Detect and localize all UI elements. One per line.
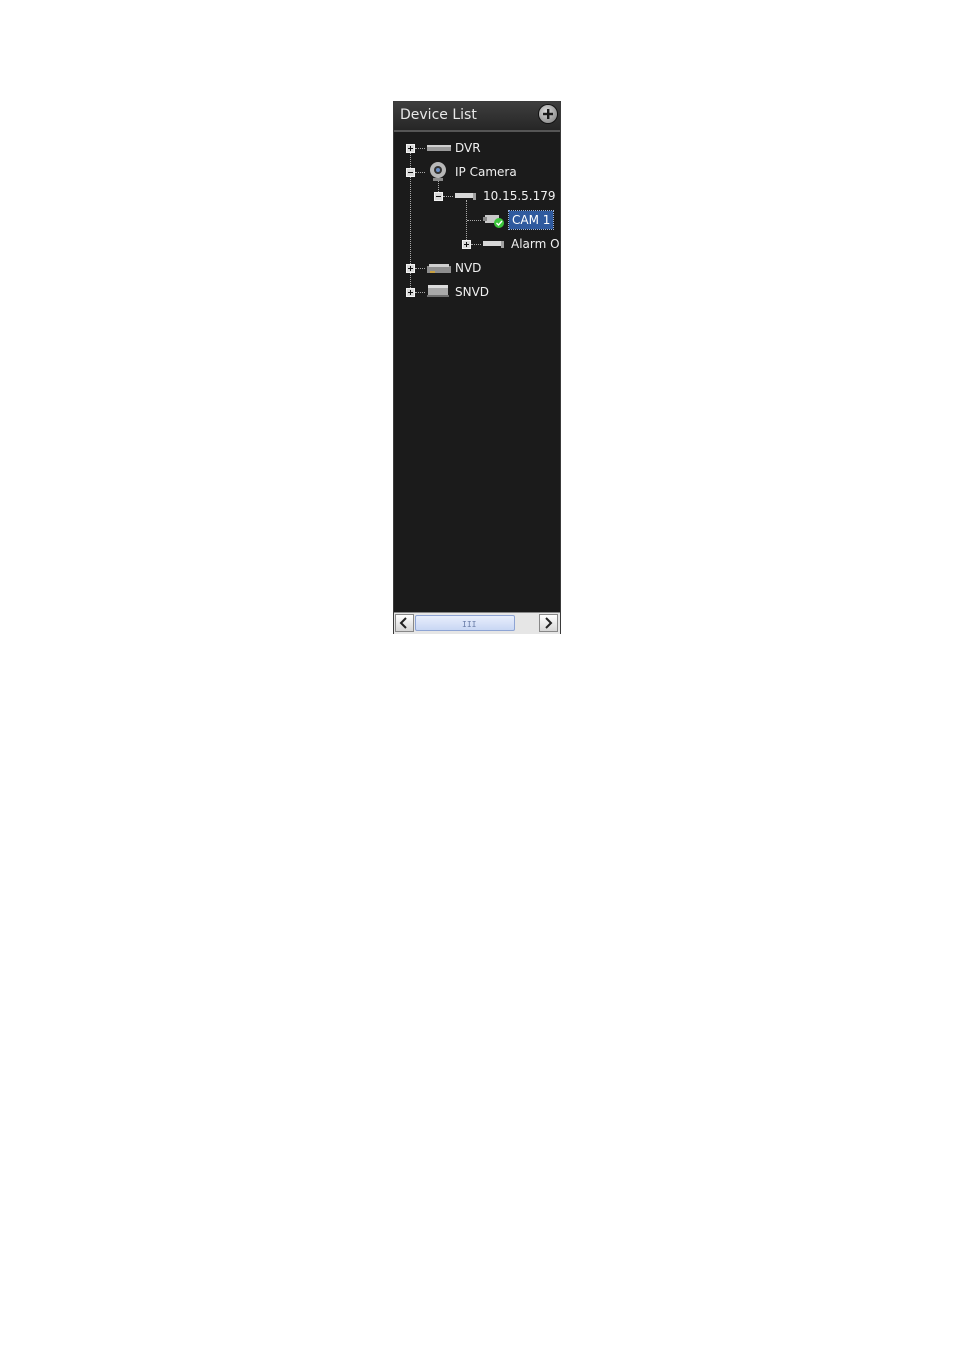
tree-node-label: Alarm Out xyxy=(511,237,560,251)
chevron-right-icon xyxy=(545,617,553,629)
tree-node-ip-camera[interactable]: IP Camera xyxy=(394,161,560,183)
panel-title: Device List xyxy=(400,107,477,123)
tree-node-snvd[interactable]: SNVD xyxy=(394,281,560,303)
scroll-left-button[interactable] xyxy=(395,614,414,632)
expand-toggle[interactable] xyxy=(406,144,415,153)
add-device-button[interactable] xyxy=(539,105,557,123)
expand-toggle[interactable] xyxy=(406,264,415,273)
tree-node-label: SNVD xyxy=(455,285,490,299)
minus-icon xyxy=(408,172,413,173)
collapse-toggle[interactable] xyxy=(406,168,415,177)
tree-node-alarm-out[interactable]: Alarm Out xyxy=(394,233,560,255)
dvr-device-icon xyxy=(427,145,451,151)
panel-header: Device List xyxy=(394,102,560,132)
scroll-grip: III xyxy=(462,620,477,629)
nvd-device-icon xyxy=(427,264,451,273)
tree-node-label-selected: CAM 1 xyxy=(507,210,555,230)
scroll-right-button[interactable] xyxy=(539,614,558,632)
plus-icon xyxy=(408,290,413,295)
collapse-toggle[interactable] xyxy=(434,192,443,201)
tree-node-cam1[interactable]: CAM 1 xyxy=(394,209,560,231)
tree-node-label: NVD xyxy=(455,261,482,275)
plus-icon xyxy=(408,266,413,271)
tree-node-ip-address[interactable]: 10.15.5.179 xyxy=(394,185,560,207)
minus-icon xyxy=(436,196,441,197)
tree-node-label: IP Camera xyxy=(455,165,517,179)
chevron-left-icon xyxy=(399,617,407,629)
tree-node-dvr[interactable]: DVR xyxy=(394,137,560,159)
scroll-thumb[interactable]: III xyxy=(415,615,515,631)
ip-camera-icon xyxy=(430,162,446,181)
alarm-output-icon xyxy=(483,241,504,248)
plus-icon xyxy=(464,242,469,247)
device-tree: DVR IP Camera 10.15.5.179 CAM 1 Alarm O … xyxy=(394,134,560,612)
tree-node-label: DVR xyxy=(455,141,481,155)
horizontal-scrollbar[interactable]: III xyxy=(394,612,560,634)
snvd-device-icon xyxy=(427,285,449,297)
tree-node-nvd[interactable]: NVD xyxy=(394,257,560,279)
tree-node-label: 10.15.5.179 xyxy=(483,189,556,203)
expand-toggle[interactable] xyxy=(406,288,415,297)
network-device-icon xyxy=(455,193,476,200)
expand-toggle[interactable] xyxy=(462,240,471,249)
plus-icon xyxy=(408,146,413,151)
camera-online-icon xyxy=(483,215,504,228)
device-list-panel: Device List DVR IP Camera 10.15.5.179 CA… xyxy=(393,101,561,634)
plus-circle-icon xyxy=(543,109,553,119)
